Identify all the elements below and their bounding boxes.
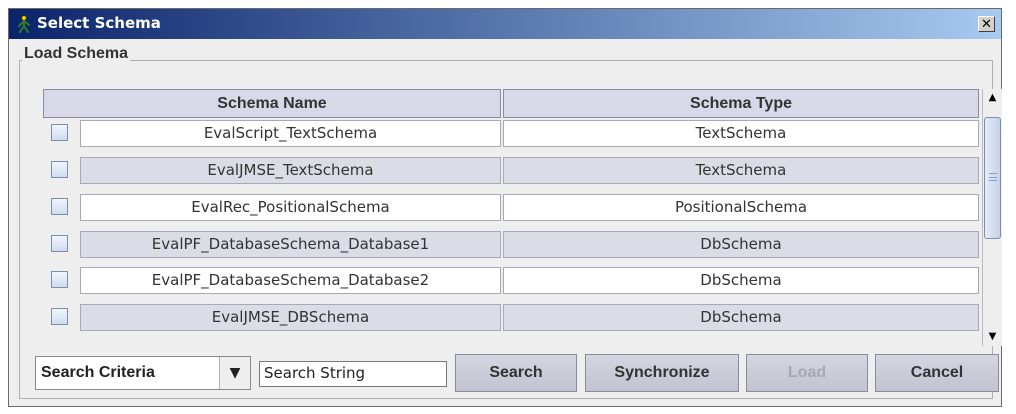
search-criteria-value: Search Criteria: [41, 364, 155, 381]
schema-name-cell[interactable]: EvalRec_PositionalSchema: [80, 194, 501, 221]
scrollbar-thumb[interactable]: [984, 117, 1001, 239]
row-checkbox[interactable]: [51, 198, 68, 215]
select-schema-dialog: Select Schema ✕ Load Schema Schema Name …: [8, 8, 1002, 407]
table-row[interactable]: EvalJMSE_DBSchema DbSchema: [43, 303, 979, 331]
column-header-schema-name[interactable]: Schema Name: [43, 89, 501, 118]
cancel-button[interactable]: Cancel: [875, 354, 999, 392]
action-bar: Search Criteria ▼ Search String Search S…: [9, 354, 1003, 400]
row-checkbox[interactable]: [51, 308, 68, 325]
dialog-title: Select Schema: [37, 14, 161, 32]
schema-type-cell[interactable]: PositionalSchema: [503, 194, 979, 221]
row-checkbox[interactable]: [51, 235, 68, 252]
schema-name-cell[interactable]: EvalJMSE_TextSchema: [80, 157, 501, 184]
table-row[interactable]: EvalJMSE_TextSchema TextSchema: [43, 156, 979, 184]
app-person-icon: [18, 15, 30, 33]
search-button[interactable]: Search: [455, 354, 577, 392]
schema-name-cell[interactable]: EvalPF_DatabaseSchema_Database2: [80, 267, 501, 294]
search-input[interactable]: Search String: [259, 361, 447, 387]
table-row[interactable]: EvalRec_PositionalSchema PositionalSchem…: [43, 193, 979, 221]
load-button[interactable]: Load: [746, 354, 868, 392]
row-checkbox[interactable]: [51, 161, 68, 178]
column-header-schema-type[interactable]: Schema Type: [503, 89, 979, 118]
schema-name-cell[interactable]: EvalScript_TextSchema: [80, 120, 501, 147]
scroll-up-arrow-icon[interactable]: ▲: [983, 89, 1002, 107]
search-criteria-dropdown[interactable]: Search Criteria ▼: [35, 356, 251, 390]
schema-name-cell[interactable]: EvalJMSE_DBSchema: [80, 304, 501, 331]
schema-type-cell[interactable]: TextSchema: [503, 157, 979, 184]
row-checkbox[interactable]: [51, 271, 68, 288]
table-row[interactable]: EvalScript_TextSchema TextSchema: [43, 119, 979, 147]
schema-name-cell[interactable]: EvalPF_DatabaseSchema_Database1: [80, 231, 501, 258]
table-row[interactable]: EvalPF_DatabaseSchema_Database1 DbSchema: [43, 230, 979, 258]
chevron-down-icon[interactable]: ▼: [219, 357, 250, 389]
vertical-scrollbar[interactable]: ▲ ▼: [982, 89, 1002, 346]
close-icon: ✕: [981, 17, 992, 32]
synchronize-button[interactable]: Synchronize: [585, 354, 739, 392]
close-button[interactable]: ✕: [978, 16, 995, 32]
schema-type-cell[interactable]: DbSchema: [503, 231, 979, 258]
scroll-down-arrow-icon[interactable]: ▼: [983, 328, 1002, 346]
schema-table: Schema Name Schema Type EvalScript_TextS…: [43, 89, 979, 343]
schema-type-cell[interactable]: DbSchema: [503, 267, 979, 294]
title-bar[interactable]: Select Schema ✕: [9, 9, 1001, 39]
row-checkbox[interactable]: [51, 124, 68, 141]
group-label: Load Schema: [22, 45, 131, 63]
table-row[interactable]: EvalPF_DatabaseSchema_Database2 DbSchema: [43, 266, 979, 294]
schema-type-cell[interactable]: TextSchema: [503, 120, 979, 147]
schema-type-cell[interactable]: DbSchema: [503, 304, 979, 331]
grip-icon: [989, 173, 997, 181]
